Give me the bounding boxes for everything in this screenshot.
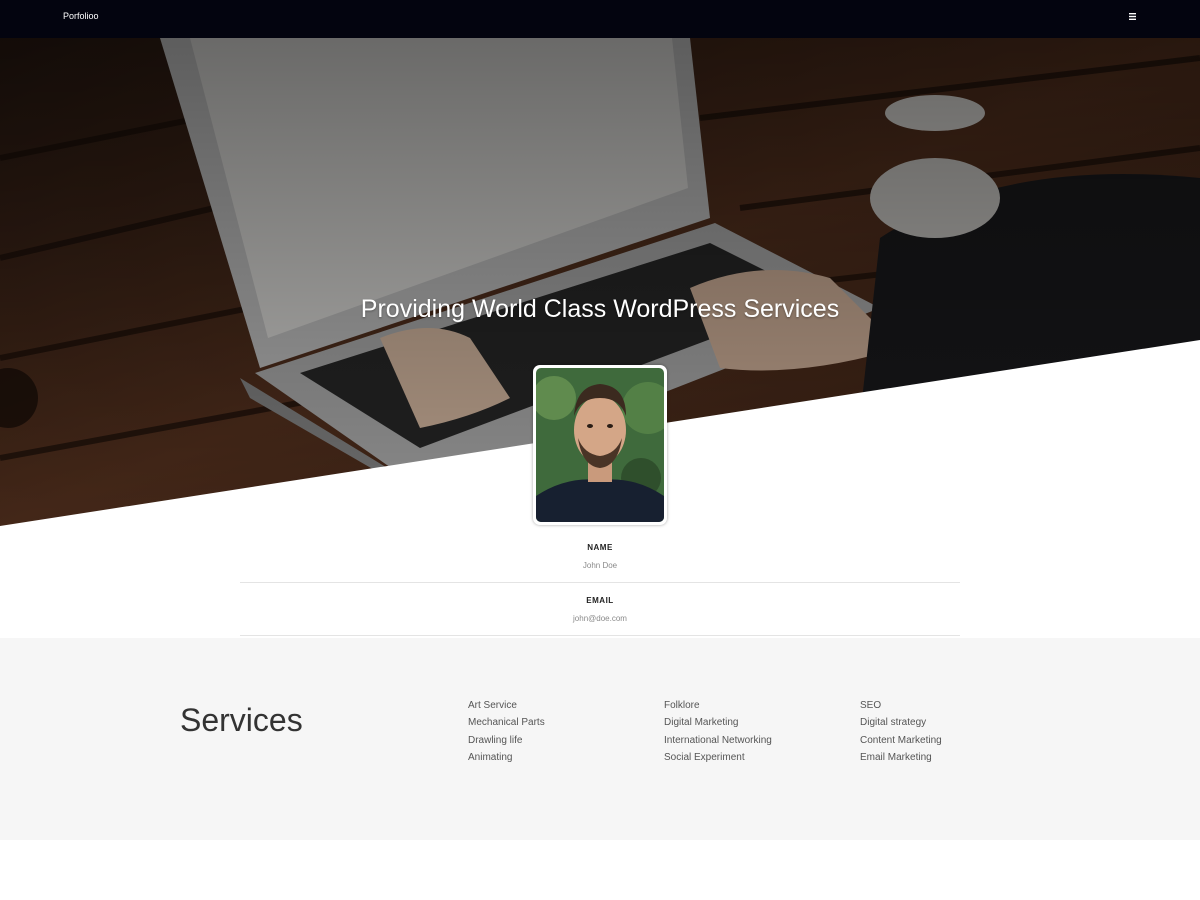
service-link[interactable]: Folklore <box>664 700 700 711</box>
services-column-3: SEO Digital strategy Content Marketing E… <box>860 699 942 768</box>
email-value: john@doe.com <box>573 614 627 623</box>
hamburger-menu-icon[interactable] <box>1128 8 1137 20</box>
service-link[interactable]: International Networking <box>664 735 772 746</box>
name-field: NAME John Doe <box>240 530 960 583</box>
service-item: Animating <box>468 751 545 768</box>
service-link[interactable]: Email Marketing <box>860 752 932 763</box>
service-item: Social Experiment <box>664 751 772 768</box>
profile-details: NAME John Doe EMAIL john@doe.com <box>240 530 960 636</box>
service-link[interactable]: Digital Marketing <box>664 717 738 728</box>
profile-photo <box>533 365 667 525</box>
name-value: John Doe <box>582 561 618 570</box>
service-link[interactable]: Animating <box>468 752 512 763</box>
service-link[interactable]: Digital strategy <box>860 717 926 728</box>
site-brand-link[interactable]: Porfolioo <box>63 11 99 21</box>
service-item: Digital Marketing <box>664 716 772 733</box>
email-field: EMAIL john@doe.com <box>240 583 960 636</box>
service-item: Email Marketing <box>860 751 942 768</box>
top-navbar: Porfolioo <box>0 0 1200 38</box>
profile-avatar <box>536 368 664 522</box>
service-link[interactable]: Art Service <box>468 700 517 711</box>
service-link[interactable]: Social Experiment <box>664 752 745 763</box>
service-item: International Networking <box>664 734 772 751</box>
service-link[interactable]: Drawling life <box>468 735 522 746</box>
services-title: Services <box>180 702 303 738</box>
service-link[interactable]: Mechanical Parts <box>468 717 545 728</box>
service-link[interactable]: SEO <box>860 700 881 711</box>
email-label: EMAIL <box>586 596 614 605</box>
service-item: SEO <box>860 699 942 716</box>
hero-title: Providing World Class WordPress Services <box>360 295 840 323</box>
service-item: Drawling life <box>468 734 545 751</box>
service-item: Content Marketing <box>860 734 942 751</box>
services-column-2: Folklore Digital Marketing International… <box>664 699 772 768</box>
service-item: Mechanical Parts <box>468 716 545 733</box>
name-label: NAME <box>587 543 613 552</box>
service-link[interactable]: Content Marketing <box>860 735 942 746</box>
services-section: Services Art Service Mechanical Parts Dr… <box>0 638 1200 840</box>
service-item: Digital strategy <box>860 716 942 733</box>
service-item: Art Service <box>468 699 545 716</box>
services-column-1: Art Service Mechanical Parts Drawling li… <box>468 699 545 768</box>
service-item: Folklore <box>664 699 772 716</box>
